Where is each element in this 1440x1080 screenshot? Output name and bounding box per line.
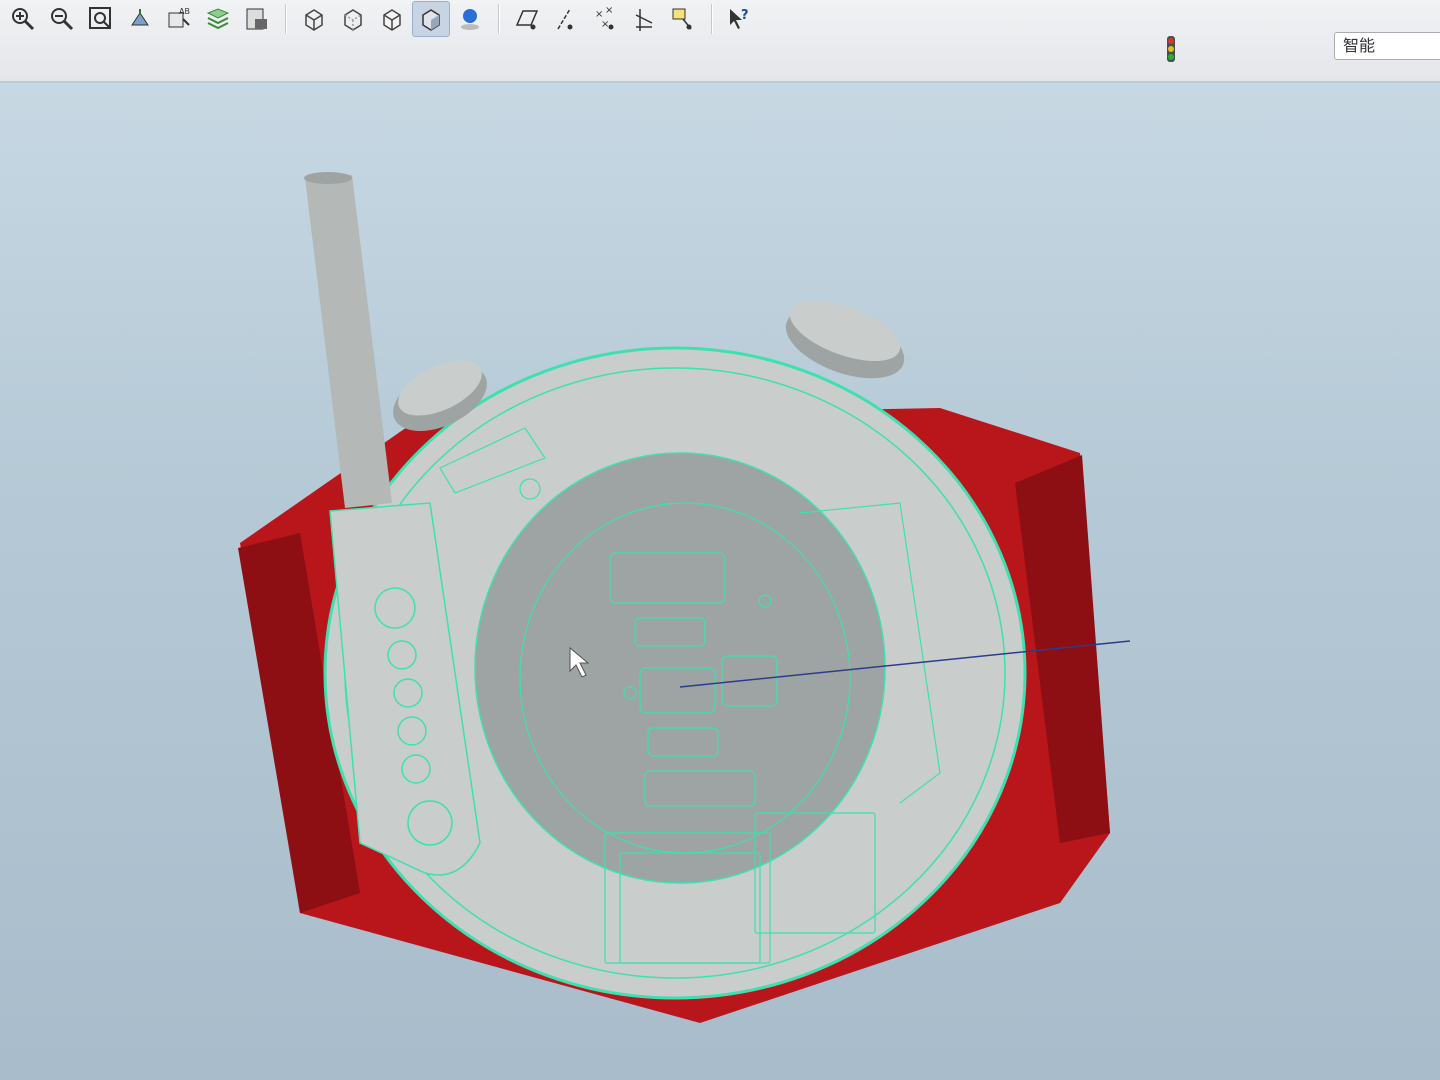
wireframe-button[interactable] [295,1,333,37]
appearance-sphere-icon [461,9,479,30]
appearance-button[interactable] [451,1,489,37]
shading-button[interactable] [412,1,450,37]
reorient-icon [131,9,149,26]
refit-icon [89,7,111,29]
reorient-button[interactable] [121,1,159,37]
zoom-in-button[interactable] [4,1,42,37]
hidden-line-button[interactable] [334,1,372,37]
view-toolbar-row: AB × × ×? [0,0,780,38]
svg-text:×: × [601,19,609,30]
context-help-button[interactable]: ? [721,1,759,37]
watch-model [238,172,1131,1023]
coordinate-system-icon [635,9,653,31]
datum-axis-icon [557,8,573,30]
hidden-line-icon [344,9,362,31]
zoom-out-button[interactable] [43,1,81,37]
zoom-out-icon [51,8,74,31]
graphics-viewport[interactable] [0,83,1440,1080]
annotations-button[interactable] [664,1,702,37]
wireframe-icon [305,9,323,31]
toolbar-separator [285,4,287,34]
datum-point-icon: × ×× [595,5,614,30]
refit-button[interactable] [82,1,120,37]
csys-button[interactable] [625,1,663,37]
view-manager-icon [246,8,267,30]
view-manager-button[interactable] [238,1,276,37]
named-view-icon: AB [168,7,190,28]
toolbar-separator [498,4,500,34]
context-help-icon: ? [730,8,749,29]
selection-filter-value: 智能 [1343,36,1376,55]
selection-filter-select[interactable]: 智能 [1334,32,1440,60]
ab-label: AB [179,7,190,16]
layers-button[interactable] [199,1,237,37]
svg-text:?: ? [741,8,749,23]
shading-icon [422,9,440,31]
svg-text:×: × [605,5,613,16]
regeneration-status-icon[interactable] [1160,34,1182,64]
zoom-in-icon [12,8,35,31]
no-hidden-icon [383,9,401,31]
toolbar-separator [711,4,713,34]
layers-icon [206,8,230,30]
datum-points-button[interactable]: × × × [586,1,624,37]
no-hidden-button[interactable] [373,1,411,37]
saved-views-button[interactable]: AB [160,1,198,37]
main-toolbar: AB × × ×? 智能 [0,0,1440,82]
datum-axes-button[interactable] [547,1,585,37]
datum-planes-button[interactable] [508,1,546,37]
datum-plane-icon [515,10,539,30]
annotation-icon [672,8,692,30]
